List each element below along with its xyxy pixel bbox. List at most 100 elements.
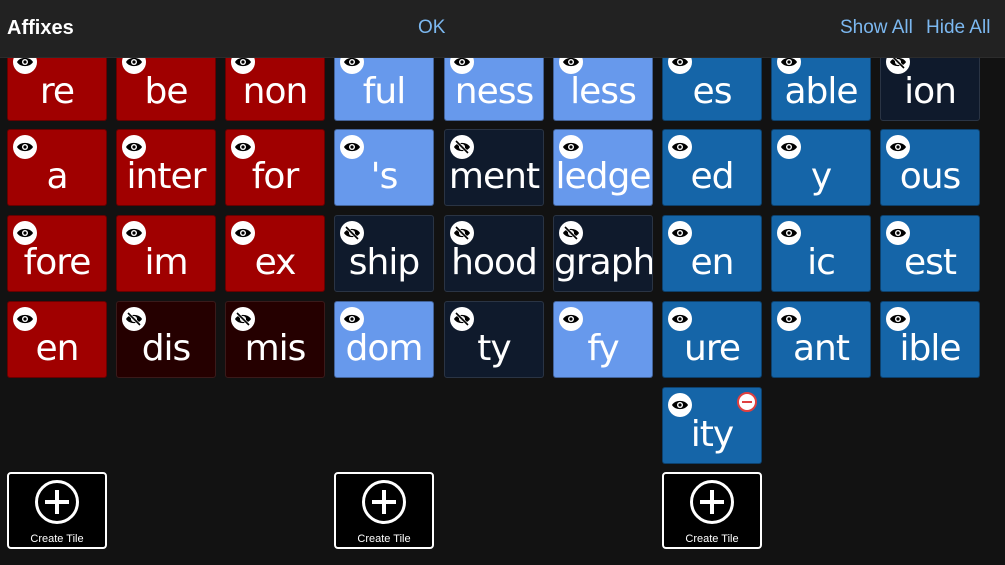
tile-label: be bbox=[144, 71, 189, 112]
tile-label: es bbox=[692, 71, 733, 112]
create-tile-label: Create Tile bbox=[357, 533, 411, 545]
eye-icon[interactable] bbox=[559, 307, 583, 331]
affix-tile-ex[interactable]: ex bbox=[225, 215, 325, 292]
tile-label: graph bbox=[554, 242, 653, 283]
tile-label: im bbox=[144, 242, 188, 283]
plus-icon bbox=[690, 480, 734, 524]
plus-icon bbox=[362, 480, 406, 524]
tile-label: hood bbox=[451, 242, 538, 283]
tile-label: non bbox=[242, 71, 309, 112]
affix-tile-able[interactable]: able bbox=[771, 58, 871, 121]
affix-tile-dom[interactable]: dom bbox=[334, 301, 434, 378]
create-tile-label: Create Tile bbox=[30, 533, 84, 545]
tile-label: ible bbox=[899, 328, 961, 369]
affix-tile-graph[interactable]: graph bbox=[553, 215, 653, 292]
affix-tile-ed[interactable]: ed bbox=[662, 129, 762, 206]
tile-label: ledge bbox=[555, 156, 651, 197]
affix-tile-y[interactable]: y bbox=[771, 129, 871, 206]
eye-icon[interactable] bbox=[668, 221, 692, 245]
affix-tile-im[interactable]: im bbox=[116, 215, 216, 292]
affix-tile-ion[interactable]: ion bbox=[880, 58, 980, 121]
eye-icon[interactable] bbox=[777, 221, 801, 245]
tile-label: inter bbox=[126, 156, 207, 197]
eye-slash-icon[interactable] bbox=[450, 307, 474, 331]
affix-tile-ure[interactable]: ure bbox=[662, 301, 762, 378]
tile-label: able bbox=[784, 71, 858, 112]
create-tile-label: Create Tile bbox=[685, 533, 739, 545]
eye-icon[interactable] bbox=[122, 221, 146, 245]
affix-tile-inter[interactable]: inter bbox=[116, 129, 216, 206]
tile-label: ty bbox=[477, 328, 511, 369]
tile-label: dom bbox=[345, 328, 424, 369]
eye-icon[interactable] bbox=[13, 135, 37, 159]
affix-tile-en[interactable]: en bbox=[7, 301, 107, 378]
eye-icon[interactable] bbox=[13, 307, 37, 331]
eye-icon[interactable] bbox=[777, 135, 801, 159]
affix-tile-ledge[interactable]: ledge bbox=[553, 129, 653, 206]
affix-tile-en[interactable]: en bbox=[662, 215, 762, 292]
affix-tile-est[interactable]: est bbox=[880, 215, 980, 292]
affix-tile-ant[interactable]: ant bbox=[771, 301, 871, 378]
tile-label: en bbox=[690, 242, 735, 283]
affix-tile-ous[interactable]: ous bbox=[880, 129, 980, 206]
tile-label: ic bbox=[807, 242, 836, 283]
tile-label: ion bbox=[904, 71, 957, 112]
tile-label: re bbox=[39, 71, 75, 112]
tile-label: ed bbox=[690, 156, 735, 197]
show-all-button[interactable]: Show All bbox=[840, 17, 913, 39]
tile-label: 's bbox=[370, 156, 399, 197]
tile-label: ship bbox=[348, 242, 420, 283]
tile-label: en bbox=[35, 328, 80, 369]
affix-tile-ic[interactable]: ic bbox=[771, 215, 871, 292]
tile-label: ness bbox=[454, 71, 534, 112]
eye-icon[interactable] bbox=[668, 393, 692, 417]
tile-label: ity bbox=[690, 414, 734, 455]
eye-icon[interactable] bbox=[231, 221, 255, 245]
page-title: Affixes bbox=[7, 17, 74, 39]
affix-tile-mis[interactable]: mis bbox=[225, 301, 325, 378]
affix-tile-fore[interactable]: fore bbox=[7, 215, 107, 292]
tile-label: ous bbox=[899, 156, 962, 197]
create-tile-button[interactable]: Create Tile bbox=[7, 472, 107, 549]
affix-tile-ible[interactable]: ible bbox=[880, 301, 980, 378]
tile-label: for bbox=[251, 156, 300, 197]
tile-label: ure bbox=[684, 328, 741, 369]
affix-tile-hood[interactable]: hood bbox=[444, 215, 544, 292]
tile-label: fy bbox=[587, 328, 619, 369]
tile-label: dis bbox=[141, 328, 192, 369]
eye-icon[interactable] bbox=[340, 135, 364, 159]
affix-tile-ment[interactable]: ment bbox=[444, 129, 544, 206]
affix-tile-less[interactable]: less bbox=[553, 58, 653, 121]
affix-tile-non[interactable]: non bbox=[225, 58, 325, 121]
affix-tile-grid: re be non ful ness less es able ion a inter for 's me… bbox=[0, 58, 1005, 565]
affix-tile-ity[interactable]: ity bbox=[662, 387, 762, 464]
tile-label: fore bbox=[23, 242, 92, 283]
affix-tile-a[interactable]: a bbox=[7, 129, 107, 206]
affix-tile-be[interactable]: be bbox=[116, 58, 216, 121]
affix-tile-es[interactable]: es bbox=[662, 58, 762, 121]
affix-tile-ful[interactable]: ful bbox=[334, 58, 434, 121]
tile-label: ant bbox=[793, 328, 850, 369]
affix-tile-s[interactable]: 's bbox=[334, 129, 434, 206]
tile-label: y bbox=[810, 156, 832, 197]
top-bar: Affixes OK Show All Hide All bbox=[0, 0, 1005, 58]
affix-tile-fy[interactable]: fy bbox=[553, 301, 653, 378]
tile-label: est bbox=[903, 242, 957, 283]
tile-label: ment bbox=[448, 156, 540, 197]
affix-tile-ty[interactable]: ty bbox=[444, 301, 544, 378]
tile-label: a bbox=[46, 156, 68, 197]
affix-tile-re[interactable]: re bbox=[7, 58, 107, 121]
hide-all-button[interactable]: Hide All bbox=[926, 17, 990, 39]
remove-icon[interactable] bbox=[737, 392, 757, 412]
affix-tile-dis[interactable]: dis bbox=[116, 301, 216, 378]
tile-label: mis bbox=[244, 328, 307, 369]
create-tile-button[interactable]: Create Tile bbox=[662, 472, 762, 549]
tile-label: less bbox=[570, 71, 637, 112]
ok-button[interactable]: OK bbox=[418, 17, 445, 39]
eye-icon[interactable] bbox=[668, 135, 692, 159]
affix-tile-ness[interactable]: ness bbox=[444, 58, 544, 121]
tile-label: ex bbox=[254, 242, 297, 283]
affix-tile-ship[interactable]: ship bbox=[334, 215, 434, 292]
affix-tile-for[interactable]: for bbox=[225, 129, 325, 206]
create-tile-button[interactable]: Create Tile bbox=[334, 472, 434, 549]
